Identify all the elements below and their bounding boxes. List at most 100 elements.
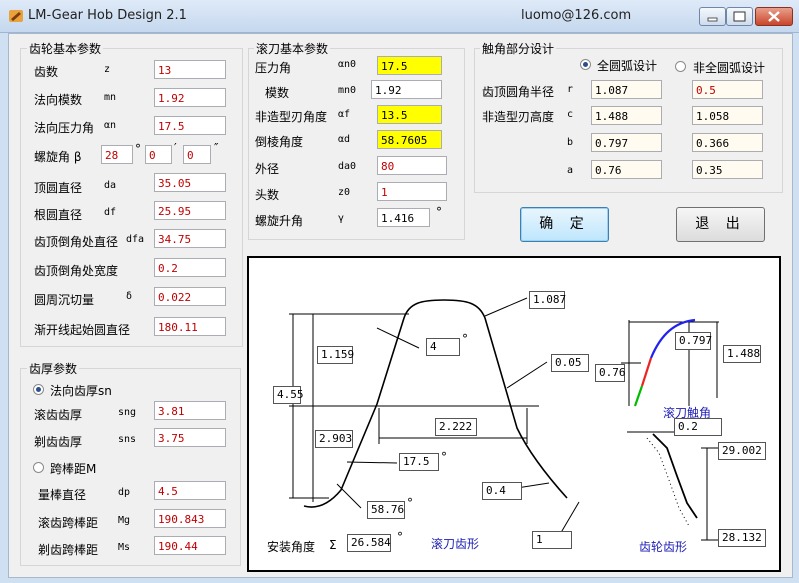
tip-red-segment: [640, 357, 653, 387]
exit-button[interactable]: 退 出: [676, 207, 765, 242]
undercut-field[interactable]: 0.022: [154, 287, 226, 306]
maximize-button[interactable]: [726, 7, 753, 26]
pressure-angle-label: 法向压力角: [34, 121, 95, 135]
nonform-height-label: 非造型刃高度: [482, 110, 555, 124]
full-arc-radio[interactable]: [580, 59, 591, 70]
outer-dia-field[interactable]: 80: [377, 156, 447, 175]
install-angle-unit: °: [397, 530, 403, 544]
full-arc-label: 全圆弧设计: [597, 59, 658, 73]
undercut-sym: δ: [126, 291, 133, 302]
chamfer-width-field[interactable]: 0.2: [154, 258, 226, 277]
lead-angle-label: 螺旋升角: [255, 214, 304, 228]
install-angle-value: 26.584: [347, 534, 391, 552]
hob-module-field[interactable]: 1.92: [371, 80, 442, 99]
hob-module-sym: mn0: [338, 85, 357, 96]
leader-5876: [336, 483, 362, 509]
normal-thickness-label: 法向齿厚sn: [50, 384, 112, 398]
span-radio[interactable]: [33, 462, 44, 473]
ok-button[interactable]: 确 定: [520, 207, 609, 242]
involute-start-label: 渐开线起始圆直径: [34, 323, 131, 337]
leader-1087: [484, 297, 528, 317]
b-nonfull-field[interactable]: 0.366: [692, 133, 763, 152]
root-dia-field[interactable]: 25.95: [154, 201, 226, 220]
rolling-span-label: 滚齿跨棒距: [38, 516, 99, 530]
chamfer-dia-field[interactable]: 34.75: [154, 229, 226, 248]
module-sym: mn: [104, 92, 117, 103]
chamfer-angle-field[interactable]: 58.7605: [377, 130, 442, 149]
minimize-icon: [707, 17, 718, 22]
nonform-height-nonfull-field[interactable]: 1.058: [692, 106, 763, 125]
dim-4: 4: [426, 338, 460, 356]
dim-29002: 29.002: [718, 442, 766, 460]
shaving-thickness-field[interactable]: 3.75: [154, 428, 226, 447]
close-button[interactable]: [755, 7, 793, 26]
root-dia-sym: df: [104, 207, 117, 218]
b-sym: b: [567, 137, 574, 148]
module-field[interactable]: 1.92: [154, 88, 226, 107]
nonfull-arc-radio[interactable]: [675, 61, 686, 72]
nonform-angle-field[interactable]: 13.5: [377, 105, 442, 124]
lead-angle-sym: γ: [338, 213, 345, 224]
rolling-span-field[interactable]: 190.843: [154, 509, 226, 528]
teeth-field[interactable]: 13: [154, 60, 226, 79]
gear-params-title: 齿轮基本参数: [27, 40, 104, 57]
pin-dia-label: 量棒直径: [38, 488, 87, 502]
shaving-span-field[interactable]: 190.44: [154, 536, 226, 555]
involute-start-field[interactable]: 180.11: [154, 317, 226, 336]
tip-radius-full-field[interactable]: 1.087: [591, 80, 662, 99]
second-mark: ″: [214, 141, 219, 155]
a-nonfull-field[interactable]: 0.35: [692, 160, 763, 179]
dim-076: 0.76: [595, 364, 626, 382]
b-full-field[interactable]: 0.797: [591, 133, 662, 152]
author-email: luomo@126.com: [521, 8, 632, 23]
chamfer-angle-label: 倒棱角度: [255, 135, 304, 149]
gear-profile-path: [652, 433, 698, 519]
lead-angle-field[interactable]: 1.416: [377, 208, 430, 227]
rolling-thickness-field[interactable]: 3.81: [154, 401, 226, 420]
rolling-thickness-label: 滚齿齿厚: [34, 408, 83, 422]
tip-radius-nonfull-field[interactable]: 0.5: [692, 80, 763, 99]
app-icon: [9, 10, 23, 22]
tip-green-segment: [633, 385, 644, 407]
minimize-button[interactable]: [699, 7, 726, 26]
starts-sym: z0: [338, 187, 351, 198]
starts-label: 头数: [255, 188, 280, 202]
tip-dia-sym: da: [104, 180, 117, 191]
deg-5876: °: [407, 496, 413, 510]
dim-5876: 58.76: [367, 501, 405, 519]
root-dia-label: 根圆直径: [34, 208, 83, 222]
hob-profile-caption: 滚刀齿形: [431, 537, 480, 551]
starts-field[interactable]: 1: [377, 182, 447, 201]
tip-radius-sym: r: [567, 84, 574, 95]
shaving-span-label: 剃齿跨棒距: [38, 543, 99, 557]
deg-175: °: [441, 450, 447, 464]
pin-dia-field[interactable]: 4.5: [154, 481, 226, 500]
maximize-icon: [733, 11, 746, 22]
hob-profile-path: [303, 299, 568, 508]
shaving-span-sym: Ms: [118, 542, 131, 553]
module-label: 法向模数: [34, 93, 83, 107]
dim-2903: 2.903: [315, 430, 353, 448]
outer-dia-label: 外径: [255, 162, 280, 176]
a-full-field[interactable]: 0.76: [591, 160, 662, 179]
pressure-angle-field[interactable]: 17.5: [154, 116, 226, 135]
thickness-title: 齿厚参数: [27, 360, 80, 377]
deg-4: °: [462, 332, 468, 346]
tip-dia-field[interactable]: 35.05: [154, 173, 226, 192]
nonform-height-full-field[interactable]: 1.488: [591, 106, 662, 125]
normal-thickness-radio[interactable]: [33, 384, 44, 395]
outer-dia-sym: da0: [338, 161, 357, 172]
tip-radius-label: 齿顶圆角半径: [482, 85, 555, 99]
helix-min-field[interactable]: 0: [145, 145, 172, 164]
chamfer-dia-sym: dfa: [126, 234, 145, 245]
helix-deg-field[interactable]: 28: [101, 145, 133, 164]
dim-04: 0.4: [482, 482, 522, 500]
helix-sec-field[interactable]: 0: [183, 145, 211, 164]
shaving-thickness-sym: sns: [118, 434, 137, 445]
minute-mark: ′: [174, 141, 177, 155]
hob-pressure-field[interactable]: 17.5: [377, 56, 442, 75]
rolling-thickness-sym: sng: [118, 407, 137, 418]
leader-175: [346, 461, 398, 464]
install-angle-sym: Σ: [329, 538, 337, 552]
undercut-label: 圆周沉切量: [34, 293, 95, 307]
